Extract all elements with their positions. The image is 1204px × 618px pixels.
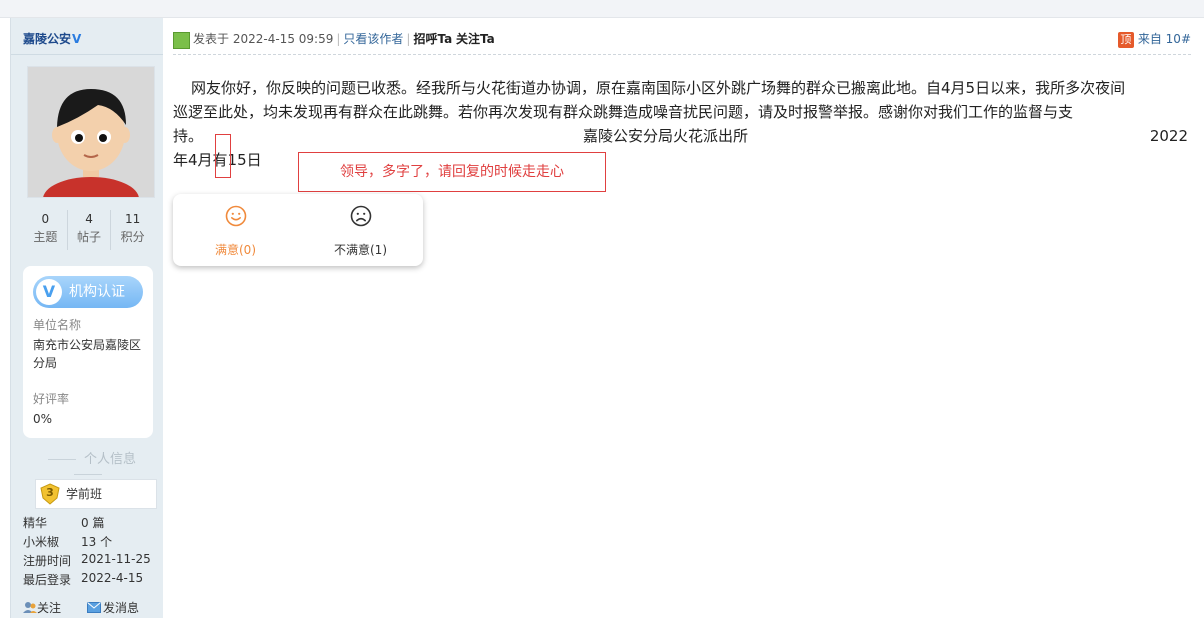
message-link[interactable]: 发消息 — [87, 599, 139, 616]
personal-info-heading: 个人信息 — [23, 448, 153, 482]
follow-author-link[interactable]: 关注Ta — [456, 32, 495, 46]
posted-prefix: 发表于 — [193, 32, 230, 46]
certification-badge[interactable]: V 机构认证 — [33, 276, 143, 308]
rating-label: 好评率 — [33, 392, 70, 406]
greet-link[interactable]: 招呼Ta — [413, 32, 452, 46]
author-name[interactable]: 嘉陵公安V — [23, 30, 81, 47]
floor-number[interactable]: 来自 10# — [1138, 32, 1191, 46]
author-name-text[interactable]: 嘉陵公安 — [23, 32, 71, 46]
envelope-icon — [87, 602, 101, 613]
stat-label[interactable]: 主题 — [24, 228, 67, 246]
info-key: 注册时间 — [23, 554, 72, 568]
author-sidebar: 嘉陵公安V 0 主题 4 帖子 11 积分 V 机构认证 单位名称 南充市公安局… — [10, 18, 164, 618]
info-value: 13 个 — [81, 535, 113, 549]
posted-time: 2022-4-15 09:59 — [232, 32, 334, 46]
stat-value[interactable]: 0 — [24, 210, 67, 228]
info-key: 小米椒 — [23, 535, 60, 549]
info-key: 最后登录 — [23, 573, 72, 587]
verified-mark: V — [72, 32, 82, 46]
author-stats: 0 主题 4 帖子 11 积分 — [24, 210, 154, 250]
post-content: 发表于 2022-4-15 09:59 | 只看该作者 | 招呼Ta 关注Ta 顶来自 … — [163, 18, 1204, 618]
stat-label[interactable]: 帖子 — [68, 228, 111, 246]
stat-value[interactable]: 11 — [111, 210, 154, 228]
satisfied-label[interactable]: 满意(0) — [173, 241, 298, 258]
meta-separator: | — [406, 32, 411, 46]
floor-info: 顶来自 10# — [1117, 30, 1191, 48]
meta-separator: | — [336, 32, 341, 46]
unsatisfied-button[interactable]: 不满意(1) — [298, 194, 423, 266]
only-author-link[interactable]: 只看该作者 — [343, 32, 403, 46]
level-number: 3 — [46, 486, 54, 499]
body-line-3: 持。 — [173, 127, 204, 145]
body-line-1: 网友你好，你反映的问题已收悉。经我所与火花街道办协调，原在嘉南国际小区外跳广场舞… — [191, 79, 1126, 97]
follow-label[interactable]: 关注 — [37, 601, 61, 615]
message-label[interactable]: 发消息 — [103, 601, 139, 615]
certification-label: 机构认证 — [69, 284, 125, 300]
info-value[interactable]: 0 篇 — [81, 514, 104, 531]
post-status-icon — [173, 32, 190, 49]
post-meta: 发表于 2022-4-15 09:59 | 只看该作者 | 招呼Ta 关注Ta — [193, 30, 495, 48]
body-line: 网友你好，你反映的问题已收悉。经我所与火花街道办协调，原在嘉南国际小区外跳广场舞… — [173, 76, 1188, 100]
stat-label[interactable]: 积分 — [111, 228, 154, 246]
body-line: 持。 嘉陵公安分局火花派出所 2022 — [173, 124, 1188, 148]
stat-topics[interactable]: 0 主题 — [24, 210, 67, 250]
stat-value[interactable]: 4 — [68, 210, 111, 228]
personal-info-title: 个人信息 — [83, 452, 136, 467]
info-value: 2021-11-25 — [81, 552, 151, 566]
rating-value: 0% — [33, 412, 53, 426]
follow-link[interactable]: 关注 — [23, 599, 61, 616]
user-level[interactable]: 3 学前班 — [35, 479, 157, 509]
level-label: 学前班 — [66, 487, 103, 501]
unit-name-label: 单位名称 — [33, 318, 82, 332]
avatar[interactable] — [27, 66, 155, 221]
unsatisfied-label[interactable]: 不满意(1) — [298, 241, 423, 258]
signature-year: 2022 — [1149, 127, 1188, 145]
top-icon[interactable]: 顶 — [1117, 31, 1134, 48]
certification-card: V 机构认证 单位名称 南充市公安局嘉陵区分局 好评率 0% — [23, 266, 153, 438]
sidebar-divider — [11, 54, 163, 55]
info-value: 2022-4-15 — [81, 571, 144, 585]
avatar-image — [28, 67, 154, 221]
header-divider — [173, 54, 1191, 55]
users-icon — [23, 602, 37, 613]
smile-icon — [225, 205, 246, 227]
body-line-2: 巡逻至此处，均未发现再有群众在此跳舞。若你再次发现有群众跳舞造成噪音扰民问题，请… — [173, 103, 1074, 121]
frown-icon — [350, 205, 371, 227]
heading-rule — [74, 474, 102, 475]
stat-points[interactable]: 11 积分 — [110, 210, 154, 250]
satisfied-button[interactable]: 满意(0) — [173, 194, 298, 266]
heading-rule — [47, 459, 76, 460]
verified-icon: V — [36, 279, 62, 305]
post-header: 发表于 2022-4-15 09:59 | 只看该作者 | 招呼Ta 关注Ta 顶来自 … — [173, 30, 1191, 52]
body-line: 巡逻至此处，均未发现再有群众在此跳舞。若你再次发现有群众跳舞造成噪音扰民问题，请… — [173, 100, 1188, 124]
annotation-callout: 领导，多字了，请回复的时候走走心 — [298, 152, 606, 192]
error-highlight-box — [215, 134, 231, 178]
unit-name-value: 南充市公安局嘉陵区分局 — [33, 338, 142, 370]
stat-posts[interactable]: 4 帖子 — [66, 210, 111, 250]
signature: 嘉陵公安分局火花派出所 — [583, 127, 749, 145]
info-key: 精华 — [23, 516, 48, 530]
top-bar — [0, 0, 1204, 18]
vote-panel: 满意(0) 不满意(1) — [173, 194, 423, 266]
